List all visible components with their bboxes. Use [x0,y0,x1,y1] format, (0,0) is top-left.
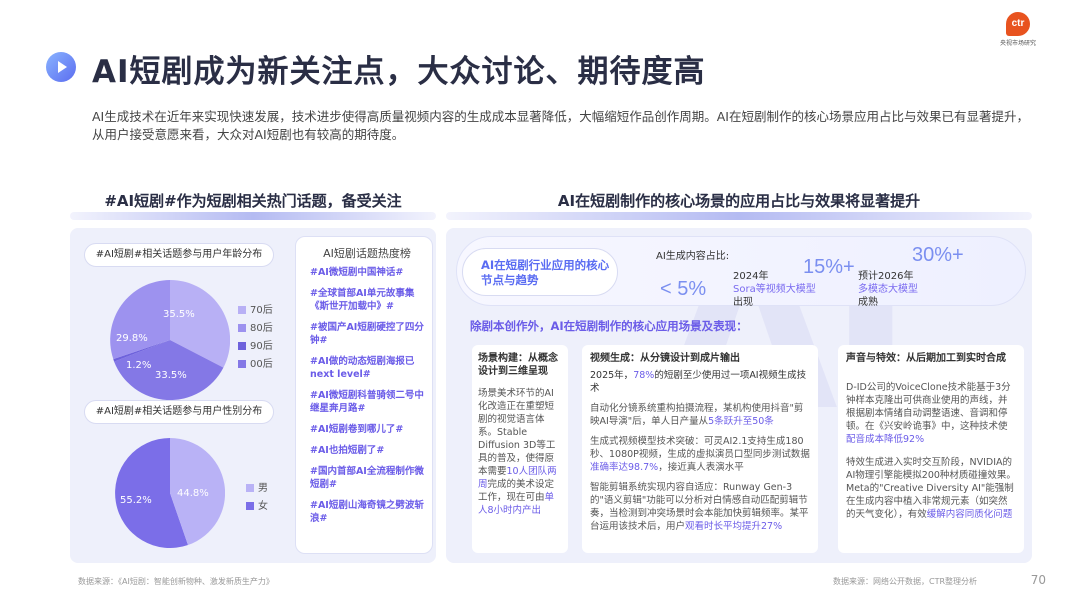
legend-item-female: 女 [246,498,268,516]
left-section-title: #AI短剧#作为短剧相关热门话题，备受关注 [104,192,402,210]
legend-item-male: 男 [246,480,268,498]
age-chart-title: #AI短剧#相关话题参与用户年龄分布 [84,243,274,267]
card-paragraph: 智能剪辑系统实现内容自适应：Runway Gen-3的"语义剪辑"功能可以分析对… [590,482,809,532]
gender-chart-title: #AI短剧#相关话题参与用户性别分布 [84,400,274,424]
play-icon [46,52,76,82]
card-body: 场景美术环节的AI化改造正在重塑短剧的视觉语言体系。Stable Diffusi… [478,388,557,516]
card-paragraph: 生成式视频模型技术突破：可灵AI2.1支持生成180秒、1080P视频，生成的虚… [590,436,810,473]
hot-list-title: AI短剧话题热度榜 [323,247,411,260]
card-sound-effects: 声音与特效：从后期加工到实时合成 D-ID公司的VoiceClone技术能基于3… [838,345,1024,553]
stat-value-2: 15%+ [803,256,855,278]
hot-topic-item: #AI微短剧科普骑领二号中继星奔月路# [310,390,424,414]
hot-topic-item: #AI微短剧中国神话# [310,267,404,278]
legend-item-90: 90后 [238,338,273,356]
card-paragraph: 自动化分镜系统重构拍摄流程，某机构使用抖音"剪映AI导演"后，单人日产量从5条跃… [590,403,804,427]
legend-item-70: 70后 [238,302,273,320]
gen-content-label: AI生成内容占比: [656,251,730,262]
card-paragraph: 特效生成进入实时交互阶段，NVIDIA的AI物理引擎能模拟200种材质碰撞效果。… [846,457,1016,520]
hot-topics-list: AI短剧话题热度榜 #AI微短剧中国神话# #全球首部AI单元故事集《斯世开加载… [295,236,433,554]
trend-pill: AI在短剧行业应用的核心节点与趋势 [462,248,618,296]
stat-2026-mature: 成熟 [858,297,878,308]
gender-label-female: 55.2% [120,495,152,506]
card-scene-building: 场景构建：从概念设计到三维呈现 场景美术环节的AI化改造正在重塑短剧的视觉语言体… [472,345,568,553]
card-heading: 声音与特效：从后期加工到实时合成 [846,353,1006,364]
age-label-90: 1.2% [126,360,152,371]
gender-label-male: 44.8% [177,488,209,499]
page-number: 70 [1030,573,1046,587]
card-paragraph: D-ID公司的VoiceClone技术能基于3分钟样本克隆出可供商业使用的声线，… [846,382,1011,445]
logo-text: 央视市场研究 [999,40,1036,47]
page-title: AI短剧成为新关注点，大众讨论、期待度高 [92,54,706,90]
scenarios-heading: 除剧本创作外，AI在短剧制作的核心应用场景及表现： [470,319,748,333]
legend-item-00: 00后 [238,356,273,374]
hot-topic-item: #AI短剧卷到哪儿了# [310,424,404,435]
left-source-note: 数据来源：《AI短剧：智能创新物种、激发新质生产力》 [78,577,274,586]
hot-topic-item: #AI也拍短剧了# [310,445,385,456]
left-section-underline [70,212,436,220]
intro-paragraph: AI生成技术在近年来实现快速发展，技术进步使得高质量视频内容的生成成本显著降低，… [92,109,1029,142]
card-heading: 场景构建：从概念设计到三维呈现 [478,353,558,377]
card-paragraph: 2025年，78%的短剧至少使用过一项AI视频生成技术 [590,370,807,394]
stat-value-3: 30%+ [912,244,964,266]
ctr-logo: ctr 央视市场研究 [998,12,1038,47]
age-label-00: 33.5% [155,370,187,381]
right-source-note: 数据来源：网络公开数据，CTR整理分析 [833,577,978,586]
legend-item-80: 80后 [238,320,273,338]
hot-topic-item: #AI做的动态短剧海报已next level# [310,356,415,380]
hot-topic-item: #国内首部AI全流程制作微短剧# [310,466,424,490]
logo-mark: ctr [1006,12,1030,36]
card-heading: 视频生成：从分镜设计到成片输出 [590,353,740,364]
hot-topic-item: #AI短剧山海奇镜之劈波斩浪# [310,500,424,524]
age-label-70: 35.5% [163,309,195,320]
age-label-80: 29.8% [116,333,148,344]
gender-legend: 男 女 [246,480,268,516]
hot-topic-item: #被国产AI短剧硬控了四分钟# [310,322,424,346]
hot-topic-item: #全球首部AI单元故事集《斯世开加载中》# [310,288,415,312]
stat-value-1: < 5% [660,278,707,300]
stat-2024-appear: 出现 [733,297,753,308]
card-video-generation: 视频生成：从分镜设计到成片输出 2025年，78%的短剧至少使用过一项AI视频生… [582,345,818,553]
age-legend: 70后 80后 90后 00后 [238,302,273,374]
